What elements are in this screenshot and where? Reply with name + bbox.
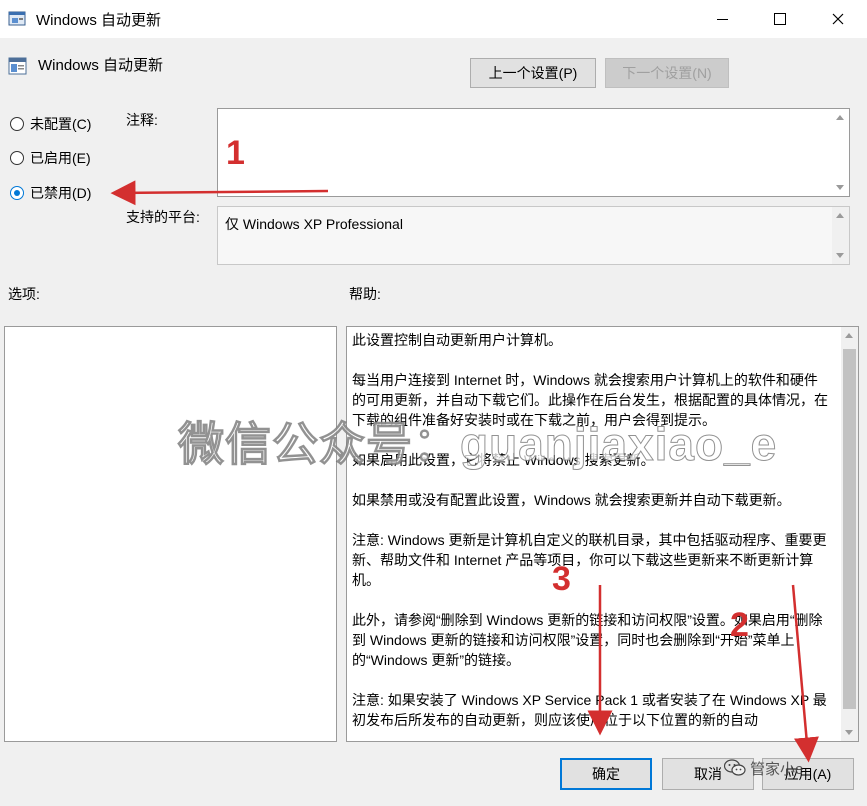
radio-disabled[interactable]: 已禁用(D): [10, 182, 91, 204]
platform-field: 仅 Windows XP Professional: [217, 206, 850, 265]
ok-button[interactable]: 确定: [560, 758, 652, 790]
scroll-up-icon[interactable]: [836, 213, 844, 218]
help-paragraph: 如果禁用或没有配置此设置，Windows 就会搜索更新并自动下载更新。: [352, 492, 791, 508]
help-paragraph: 注意: 如果安装了 Windows XP Service Pack 1 或者安装…: [352, 692, 827, 728]
comment-field[interactable]: [217, 108, 850, 197]
platform-scrollbar[interactable]: [832, 207, 849, 264]
close-button[interactable]: [809, 0, 867, 38]
app-icon: [8, 9, 28, 29]
comment-label: 注释:: [126, 112, 158, 128]
options-label: 选项:: [8, 286, 40, 302]
options-pane[interactable]: [4, 326, 337, 742]
minimize-icon: [716, 18, 728, 20]
annotation-marker-3: 3: [552, 560, 571, 598]
platform-value: 仅 Windows XP Professional: [225, 216, 403, 232]
radio-label: 已禁用(D): [30, 185, 92, 201]
scroll-down-icon[interactable]: [836, 253, 844, 258]
comment-scrollbar[interactable]: [832, 109, 849, 196]
maximize-button[interactable]: [751, 0, 809, 38]
minimize-button[interactable]: [693, 0, 751, 38]
scroll-up-icon[interactable]: [836, 115, 844, 120]
policy-title: Windows 自动更新: [38, 57, 164, 74]
close-icon: [832, 13, 844, 25]
scroll-up-icon[interactable]: [845, 333, 853, 338]
help-paragraph: 此外，请参阅“删除到 Windows 更新的链接和访问权限”设置。如果启用“删除…: [352, 612, 823, 668]
annotation-marker-1: 1: [226, 134, 245, 172]
help-text: 此设置控制自动更新用户计算机。 每当用户连接到 Internet 时，Windo…: [352, 330, 830, 736]
scroll-down-icon[interactable]: [836, 185, 844, 190]
maximize-icon: [774, 13, 786, 25]
help-label: 帮助:: [349, 286, 381, 302]
help-scrollbar[interactable]: [841, 327, 858, 741]
window-title: Windows 自动更新: [36, 12, 162, 29]
radio-not-configured[interactable]: 未配置(C): [10, 113, 91, 135]
radio-circle[interactable]: [10, 117, 24, 131]
annotation-marker-2: 2: [730, 606, 749, 644]
corner-watermark-text: 管家小e: [750, 761, 804, 778]
next-setting-button[interactable]: 下一个设置(N): [605, 58, 729, 88]
platform-label: 支持的平台:: [126, 209, 200, 225]
scroll-down-icon[interactable]: [845, 730, 853, 735]
corner-watermark: 管家小e: [723, 758, 804, 781]
radio-label: 未配置(C): [30, 116, 92, 132]
help-paragraph: 注意: Windows 更新是计算机自定义的联机目录，其中包括驱动程序、重要更新…: [352, 532, 827, 588]
radio-circle-selected[interactable]: [10, 186, 24, 200]
radio-label: 已启用(E): [30, 150, 91, 166]
policy-icon: [8, 56, 28, 76]
scroll-thumb[interactable]: [843, 349, 856, 709]
watermark-text: 微信公众号：guanjiaxiao_e: [177, 418, 778, 471]
help-paragraph: 此设置控制自动更新用户计算机。: [352, 332, 562, 348]
radio-circle[interactable]: [10, 151, 24, 165]
prev-setting-button[interactable]: 上一个设置(P): [470, 58, 596, 88]
radio-enabled[interactable]: 已启用(E): [10, 147, 91, 169]
wechat-icon: [723, 759, 746, 781]
